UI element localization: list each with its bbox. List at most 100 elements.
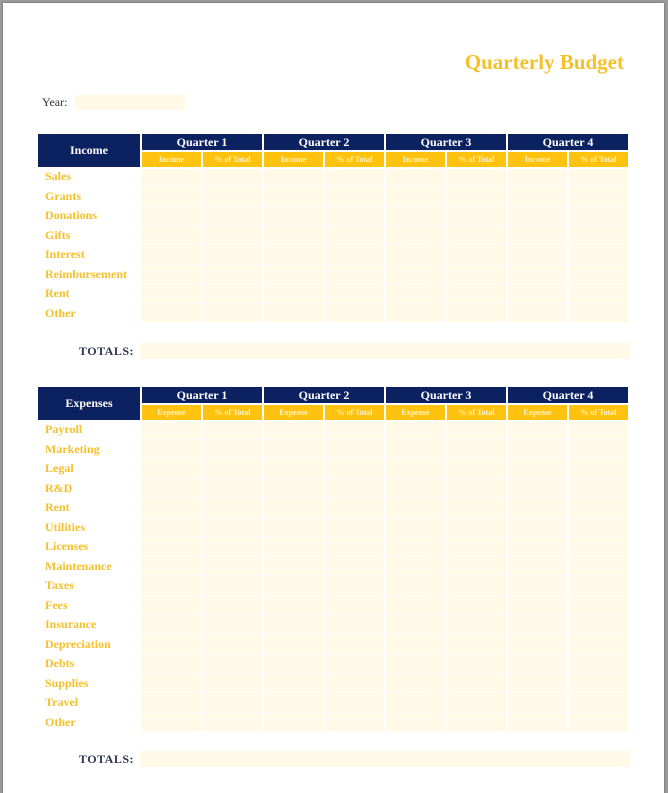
input-cell[interactable] — [264, 167, 323, 187]
input-cell[interactable] — [203, 576, 262, 596]
input-cell[interactable] — [203, 556, 262, 576]
input-cell[interactable] — [203, 673, 262, 693]
input-cell[interactable] — [325, 517, 384, 537]
input-cell[interactable] — [203, 498, 262, 518]
input-cell[interactable] — [264, 225, 323, 245]
input-cell[interactable] — [447, 478, 506, 498]
input-cell[interactable] — [386, 576, 445, 596]
input-cell[interactable] — [386, 615, 445, 635]
input-cell[interactable] — [142, 595, 201, 615]
input-cell[interactable] — [386, 206, 445, 226]
input-cell[interactable] — [569, 245, 628, 265]
input-cell[interactable] — [142, 498, 201, 518]
input-cell[interactable] — [569, 420, 628, 440]
input-cell[interactable] — [386, 245, 445, 265]
input-cell[interactable] — [264, 498, 323, 518]
input-cell[interactable] — [203, 167, 262, 187]
input-cell[interactable] — [325, 284, 384, 304]
input-cell[interactable] — [142, 284, 201, 304]
input-cell[interactable] — [386, 186, 445, 206]
input-cell[interactable] — [203, 420, 262, 440]
input-cell[interactable] — [447, 693, 506, 713]
input-cell[interactable] — [508, 498, 567, 518]
input-cell[interactable] — [569, 303, 628, 323]
input-cell[interactable] — [386, 498, 445, 518]
input-cell[interactable] — [325, 615, 384, 635]
input-cell[interactable] — [203, 595, 262, 615]
input-cell[interactable] — [386, 712, 445, 732]
input-cell[interactable] — [386, 556, 445, 576]
input-cell[interactable] — [386, 439, 445, 459]
input-cell[interactable] — [203, 245, 262, 265]
input-cell[interactable] — [447, 712, 506, 732]
input-cell[interactable] — [142, 439, 201, 459]
input-cell[interactable] — [447, 595, 506, 615]
input-cell[interactable] — [447, 284, 506, 304]
input-cell[interactable] — [386, 225, 445, 245]
input-cell[interactable] — [325, 186, 384, 206]
input-cell[interactable] — [508, 537, 567, 557]
input-cell[interactable] — [508, 634, 567, 654]
input-cell[interactable] — [325, 420, 384, 440]
input-cell[interactable] — [325, 498, 384, 518]
input-cell[interactable] — [325, 654, 384, 674]
input-cell[interactable] — [142, 693, 201, 713]
input-cell[interactable] — [569, 459, 628, 479]
input-cell[interactable] — [264, 186, 323, 206]
input-cell[interactable] — [264, 537, 323, 557]
input-cell[interactable] — [508, 225, 567, 245]
input-cell[interactable] — [264, 595, 323, 615]
input-cell[interactable] — [508, 693, 567, 713]
input-cell[interactable] — [203, 537, 262, 557]
input-cell[interactable] — [508, 712, 567, 732]
input-cell[interactable] — [142, 167, 201, 187]
input-cell[interactable] — [386, 693, 445, 713]
input-cell[interactable] — [569, 615, 628, 635]
input-cell[interactable] — [447, 264, 506, 284]
input-cell[interactable] — [447, 537, 506, 557]
input-cell[interactable] — [264, 206, 323, 226]
input-cell[interactable] — [508, 284, 567, 304]
expenses-totals-field[interactable] — [140, 751, 630, 767]
input-cell[interactable] — [325, 225, 384, 245]
input-cell[interactable] — [569, 693, 628, 713]
input-cell[interactable] — [325, 634, 384, 654]
input-cell[interactable] — [386, 634, 445, 654]
input-cell[interactable] — [203, 303, 262, 323]
input-cell[interactable] — [264, 439, 323, 459]
input-cell[interactable] — [325, 459, 384, 479]
input-cell[interactable] — [142, 615, 201, 635]
input-cell[interactable] — [569, 439, 628, 459]
input-cell[interactable] — [203, 634, 262, 654]
input-cell[interactable] — [508, 264, 567, 284]
input-cell[interactable] — [142, 303, 201, 323]
input-cell[interactable] — [508, 595, 567, 615]
input-cell[interactable] — [142, 654, 201, 674]
input-cell[interactable] — [203, 264, 262, 284]
input-cell[interactable] — [264, 556, 323, 576]
input-cell[interactable] — [508, 186, 567, 206]
input-cell[interactable] — [142, 478, 201, 498]
input-cell[interactable] — [142, 576, 201, 596]
input-cell[interactable] — [508, 673, 567, 693]
input-cell[interactable] — [264, 459, 323, 479]
input-cell[interactable] — [325, 595, 384, 615]
input-cell[interactable] — [508, 420, 567, 440]
input-cell[interactable] — [569, 498, 628, 518]
input-cell[interactable] — [325, 264, 384, 284]
input-cell[interactable] — [203, 654, 262, 674]
input-cell[interactable] — [386, 537, 445, 557]
input-cell[interactable] — [569, 225, 628, 245]
input-cell[interactable] — [569, 654, 628, 674]
input-cell[interactable] — [508, 245, 567, 265]
input-cell[interactable] — [569, 634, 628, 654]
input-cell[interactable] — [386, 673, 445, 693]
input-cell[interactable] — [264, 264, 323, 284]
input-cell[interactable] — [569, 712, 628, 732]
input-cell[interactable] — [264, 420, 323, 440]
input-cell[interactable] — [203, 693, 262, 713]
input-cell[interactable] — [386, 478, 445, 498]
input-cell[interactable] — [264, 245, 323, 265]
input-cell[interactable] — [142, 245, 201, 265]
input-cell[interactable] — [447, 498, 506, 518]
